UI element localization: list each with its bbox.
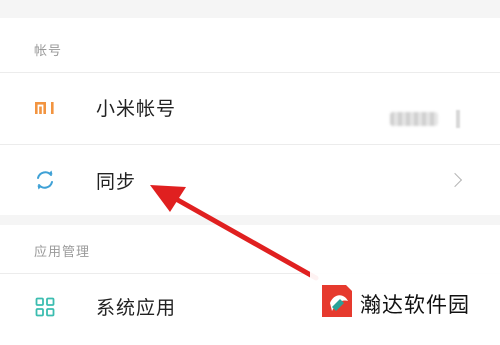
watermark: 瀚达软件园 bbox=[310, 271, 500, 333]
watermark-logo-icon bbox=[322, 285, 352, 317]
watermark-text: 瀚达软件园 bbox=[360, 293, 470, 317]
